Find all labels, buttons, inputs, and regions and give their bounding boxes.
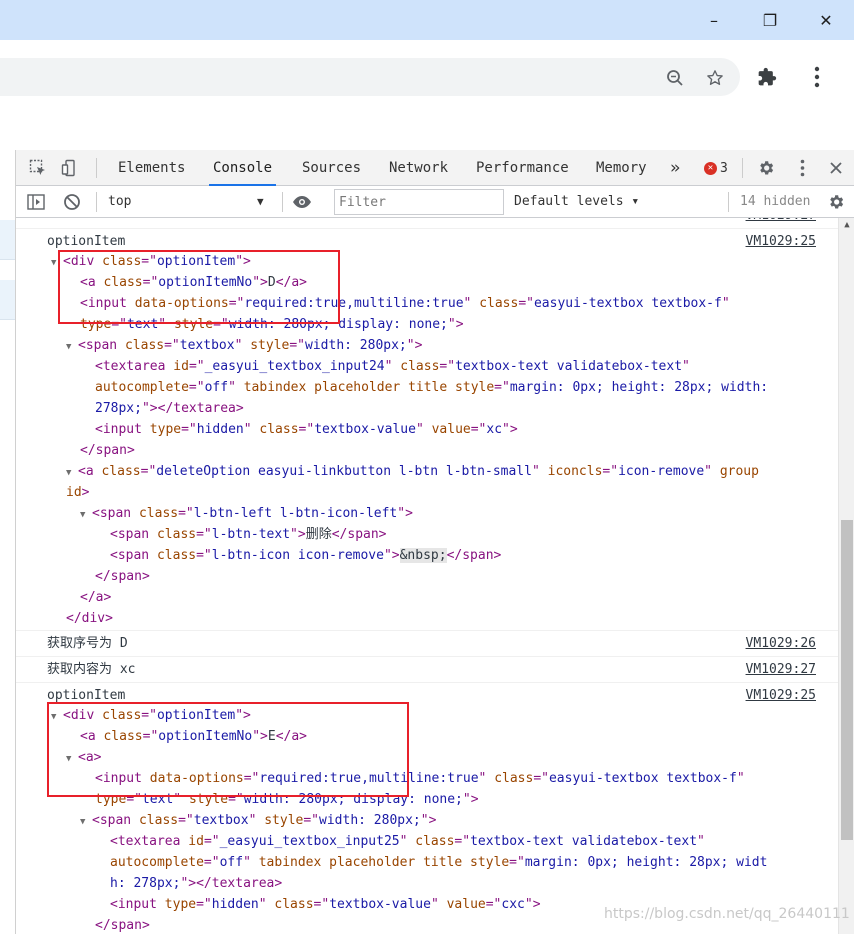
source-link[interactable]: VM1029:27 bbox=[746, 218, 816, 226]
error-counter[interactable]: ✕ 3 bbox=[704, 159, 728, 177]
dom-node-a[interactable]: <a class="optionItemNo">D</a> bbox=[80, 273, 307, 293]
log-text: 获取内容为 xc bbox=[47, 662, 136, 677]
watermark: https://blog.csdn.net/qq_26440111 bbox=[604, 906, 850, 922]
toolbar-separator bbox=[282, 192, 283, 212]
console-message: optionItem VM1029:25 ▼ <div class="option… bbox=[16, 682, 838, 934]
dom-node-input-cont: type="text" style="width: 280px; display… bbox=[95, 792, 479, 807]
star-icon[interactable] bbox=[704, 67, 726, 89]
console-message: 获取序号为 D VM1029:26 bbox=[16, 630, 838, 656]
dom-node-div[interactable]: ▼ <div class="optionItem"> bbox=[51, 706, 251, 726]
tab-performance[interactable]: Performance bbox=[476, 150, 569, 186]
address-bar[interactable] bbox=[0, 58, 740, 96]
page-content-edge bbox=[0, 150, 16, 934]
dom-node-a[interactable]: <a class="optionItemNo">E</a> bbox=[80, 727, 307, 747]
dom-node-btn-left[interactable]: ▼ <span class="l-btn-left l-btn-icon-left… bbox=[80, 504, 413, 524]
dom-node-input-cont: type="text" style="width: 280px; display… bbox=[80, 317, 464, 332]
zoom-icon[interactable] bbox=[664, 67, 686, 89]
settings-gear-icon[interactable] bbox=[756, 158, 776, 178]
inspect-element-icon[interactable] bbox=[28, 158, 48, 178]
log-label: optionItem bbox=[47, 688, 126, 703]
console-settings-gear-icon[interactable] bbox=[826, 192, 846, 212]
window-title-bar: – ❐ ✕ bbox=[0, 0, 854, 40]
console-toolbar: top ▼ Default levels ▾ 14 hidden bbox=[16, 186, 854, 218]
dom-node-textarea-cont: h: 278px;"></textarea> bbox=[110, 876, 283, 891]
dom-node-textarea-cont: autocomplete="off" tabindex placeholder … bbox=[110, 855, 768, 870]
dom-node-span[interactable]: ▼ <span class="textbox" style="width: 280… bbox=[66, 336, 422, 356]
device-toolbar-icon[interactable] bbox=[60, 158, 80, 178]
dom-node-close: </div> bbox=[66, 611, 113, 626]
hidden-messages-count: 14 hidden bbox=[740, 194, 811, 209]
devtools-panel: Elements Console Sources Network Perform… bbox=[16, 150, 854, 934]
dom-node-div[interactable]: ▼ <div class="optionItem"> bbox=[51, 252, 251, 272]
error-icon: ✕ bbox=[704, 161, 717, 175]
page-content-area bbox=[0, 116, 854, 150]
dom-node-hidden-input[interactable]: <input type="hidden" class="textbox-valu… bbox=[110, 895, 541, 915]
tab-console[interactable]: Console bbox=[208, 150, 277, 186]
error-count: 3 bbox=[720, 160, 728, 176]
console-message: optionItem VM1029:25 ▼ <div class="option… bbox=[16, 228, 838, 630]
dom-node-close: </span> bbox=[95, 569, 150, 584]
log-label: optionItem bbox=[47, 234, 126, 249]
dom-node-close: </a> bbox=[80, 590, 112, 605]
dom-node-hidden-input[interactable]: <input type="hidden" class="textbox-valu… bbox=[95, 420, 518, 440]
filter-input[interactable] bbox=[334, 189, 504, 215]
dom-node-input[interactable]: <input data-options="required:true,multi… bbox=[95, 769, 745, 789]
dom-node-textarea[interactable]: <textarea id="_easyui_textbox_input24" c… bbox=[95, 357, 690, 377]
dropdown-arrow-icon: ▼ bbox=[257, 195, 264, 208]
close-window-button[interactable]: ✕ bbox=[798, 0, 854, 40]
context-selector[interactable]: top bbox=[106, 191, 274, 213]
source-link[interactable]: VM1029:25 bbox=[746, 686, 816, 706]
dom-node-input[interactable]: <input data-options="required:true,multi… bbox=[80, 294, 730, 314]
browser-toolbar bbox=[0, 40, 854, 116]
source-link[interactable]: VM1029:27 bbox=[746, 660, 816, 680]
dom-node-textarea[interactable]: <textarea id="_easyui_textbox_input25" c… bbox=[110, 832, 705, 852]
clear-console-icon[interactable] bbox=[62, 192, 82, 212]
more-tabs-button[interactable]: » bbox=[670, 150, 680, 186]
puzzle-icon[interactable] bbox=[756, 66, 778, 88]
tab-network[interactable]: Network bbox=[389, 150, 448, 186]
devtools-tab-bar: Elements Console Sources Network Perform… bbox=[16, 150, 854, 186]
scroll-up-icon[interactable]: ▲ bbox=[839, 220, 854, 234]
dom-node-link-cont: id> bbox=[66, 485, 90, 500]
toolbar-separator bbox=[742, 158, 743, 178]
maximize-button[interactable]: ❐ bbox=[742, 0, 798, 40]
source-link[interactable]: VM1029:26 bbox=[746, 634, 816, 654]
tab-memory[interactable]: Memory bbox=[596, 150, 647, 186]
page-row bbox=[0, 280, 15, 320]
toolbar-separator bbox=[96, 192, 97, 212]
scrollbar-thumb[interactable] bbox=[841, 520, 853, 840]
eye-icon[interactable] bbox=[292, 192, 312, 212]
log-text: 获取序号为 D bbox=[47, 636, 128, 651]
dom-node-btn-text[interactable]: <span class="l-btn-text">删除</span> bbox=[110, 525, 387, 545]
page-row bbox=[0, 220, 15, 260]
tab-elements[interactable]: Elements bbox=[118, 150, 185, 186]
minimize-button[interactable]: – bbox=[686, 0, 742, 40]
dom-node-span[interactable]: ▼ <span class="textbox" style="width: 280… bbox=[80, 811, 436, 831]
source-link[interactable]: VM1029:25 bbox=[746, 232, 816, 252]
console-scrollbar[interactable]: ▲ bbox=[838, 218, 854, 934]
dom-node-close: </span> bbox=[95, 918, 150, 933]
dom-node-btn-icon[interactable]: <span class="l-btn-icon icon-remove">&nb… bbox=[110, 546, 501, 566]
console-message: 获取内容为 xc VM1029:27 bbox=[16, 656, 838, 682]
dom-node-link[interactable]: ▼ <a class="deleteOption easyui-linkbutto… bbox=[66, 462, 759, 482]
tab-sources[interactable]: Sources bbox=[302, 150, 361, 186]
kebab-menu-icon[interactable] bbox=[806, 66, 828, 88]
sidebar-toggle-icon[interactable] bbox=[26, 192, 46, 212]
dom-node-close: </span> bbox=[80, 443, 135, 458]
dom-node-textarea-cont: autocomplete="off" tabindex placeholder … bbox=[95, 380, 769, 395]
dom-node-textarea-cont: 278px;"></textarea> bbox=[95, 401, 244, 416]
console-messages: VM1029:27 optionItem VM1029:25 ▼<div cla… bbox=[16, 218, 838, 934]
toolbar-separator bbox=[728, 192, 729, 212]
toolbar-separator bbox=[96, 158, 97, 178]
log-levels-dropdown[interactable]: Default levels ▾ bbox=[514, 191, 639, 213]
close-devtools-icon[interactable] bbox=[826, 158, 846, 178]
devtools-menu-icon[interactable] bbox=[792, 158, 812, 178]
dom-node-a-wrapper[interactable]: ▼ <a> bbox=[66, 748, 101, 768]
